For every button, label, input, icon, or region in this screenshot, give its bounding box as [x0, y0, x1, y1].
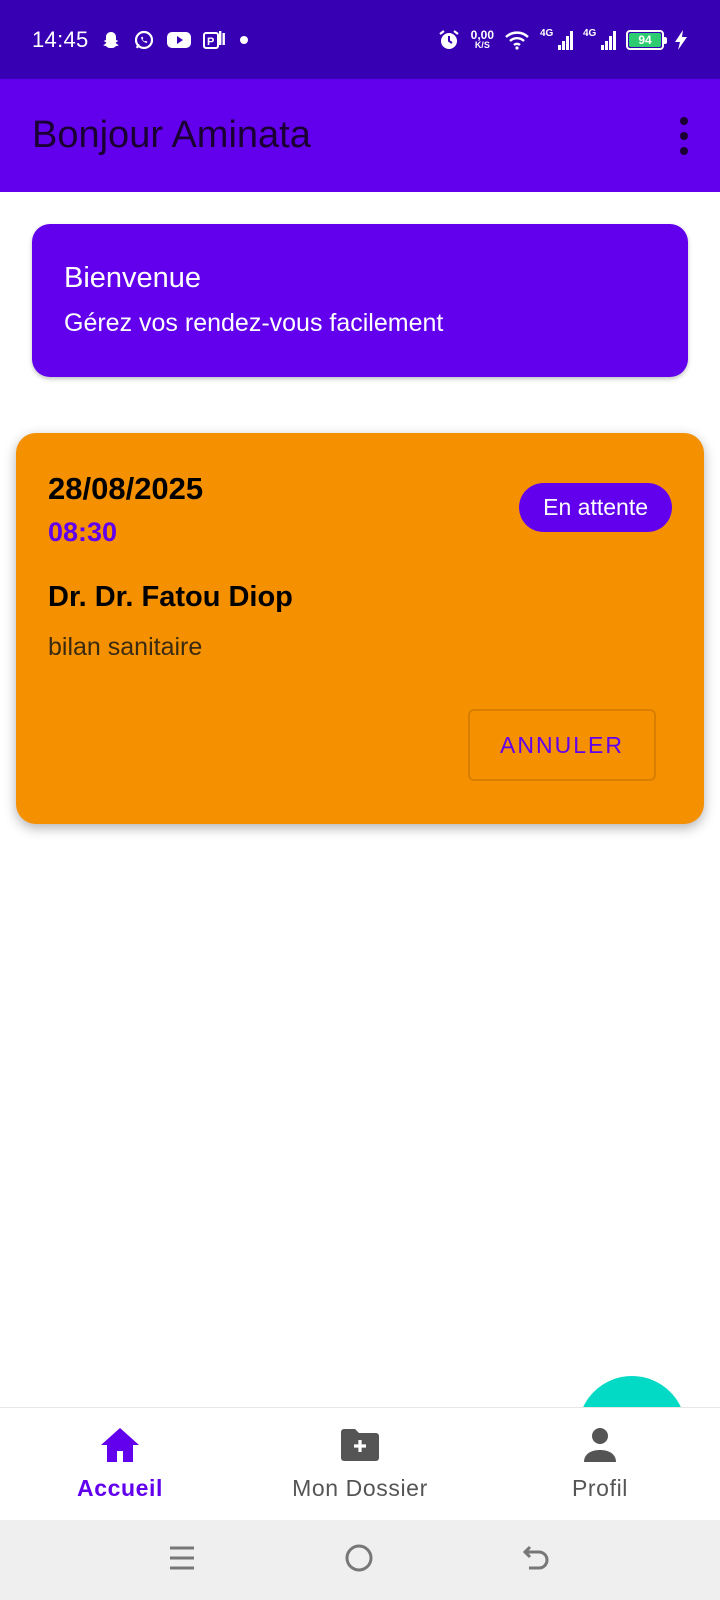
nav-item-profil[interactable]: Profil: [480, 1408, 720, 1520]
nav-label-profil: Profil: [571, 1475, 628, 1501]
whatsapp-icon: [133, 29, 155, 51]
notification-icons: P: [101, 29, 251, 51]
status-badge: En attente: [519, 483, 672, 532]
home-icon: [99, 1426, 141, 1469]
welcome-title: Bienvenue: [64, 262, 202, 294]
youtube-icon: [166, 31, 191, 49]
welcome-card: Bienvenue Gérez vos rendez-vous facileme…: [32, 224, 688, 377]
back-icon[interactable]: [521, 1542, 553, 1579]
folder-add-icon: [339, 1426, 381, 1469]
app-title: Bonjour Aminata: [32, 114, 311, 156]
status-time: 14:45: [32, 26, 89, 52]
snapchat-icon: [101, 30, 121, 50]
battery-level: 94: [629, 32, 661, 47]
system-navigation-bar: [0, 1520, 720, 1600]
appointment-date: 28/08/2025: [48, 471, 204, 506]
signal-2-label: 4G: [583, 27, 597, 39]
appointment-doctor: Dr. Dr. Fatou Diop: [48, 581, 293, 613]
screen: 14:45 P 0,00 K/S 4G 4G 94 Bonjour Aminat…: [0, 0, 720, 1600]
network-speed-unit: K/S: [474, 40, 490, 50]
system-icons: 0,00 K/S 4G 4G 94: [437, 28, 688, 52]
app-bar: Bonjour Aminata: [0, 79, 720, 192]
status-bar: 14:45 P 0,00 K/S 4G 4G 94: [0, 0, 720, 79]
nav-label-accueil: Accueil: [76, 1475, 163, 1501]
bottom-navigation: Accueil Mon Dossier Profil: [0, 1407, 720, 1520]
svg-text:P: P: [207, 36, 214, 48]
home-circle-icon[interactable]: [343, 1542, 375, 1579]
nav-item-accueil[interactable]: Accueil: [0, 1408, 240, 1520]
signal-icon: 4G: [583, 27, 616, 50]
appointment-time: 08:30: [48, 517, 118, 547]
overflow-menu-icon[interactable]: [664, 106, 704, 166]
recents-icon[interactable]: [167, 1543, 197, 1578]
charging-icon: [674, 29, 688, 51]
parking-icon: P: [202, 30, 225, 50]
appointment-reason: bilan sanitaire: [48, 633, 203, 661]
signal-1-label: 4G: [540, 27, 554, 39]
battery-icon: 94: [626, 29, 667, 50]
wifi-icon: [504, 29, 530, 51]
network-speed: 0,00 K/S: [471, 29, 494, 50]
nav-label-mon-dossier: Mon Dossier: [292, 1475, 428, 1501]
person-icon: [579, 1426, 621, 1469]
cancel-button[interactable]: ANNULER: [468, 709, 656, 781]
alarm-icon: [437, 28, 461, 52]
dot-icon: [237, 33, 251, 47]
nav-item-mon-dossier[interactable]: Mon Dossier: [240, 1408, 480, 1520]
appointment-card[interactable]: 28/08/2025 08:30 En attente Dr. Dr. Fato…: [16, 433, 704, 824]
signal-icon: 4G: [540, 27, 573, 50]
welcome-subtitle: Gérez vos rendez-vous facilement: [64, 309, 444, 337]
